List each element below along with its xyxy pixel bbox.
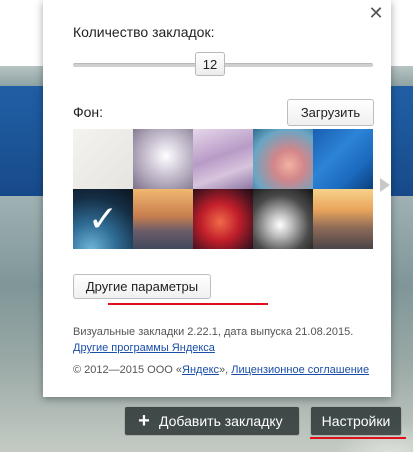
selected-check-icon: ✓: [87, 198, 119, 239]
background-tile-feathers[interactable]: [193, 129, 253, 189]
background-tile-red-abstract[interactable]: [193, 189, 253, 249]
add-bookmark-button[interactable]: + Добавить закладку: [124, 406, 300, 436]
settings-button[interactable]: Настройки: [310, 406, 402, 436]
highlight-underline: [108, 303, 268, 305]
add-bookmark-label: Добавить закладку: [159, 413, 283, 429]
gallery-next-arrow-icon[interactable]: [380, 178, 390, 192]
plus-icon: +: [138, 410, 150, 432]
bookmarks-count-label: Количество закладок:: [73, 24, 215, 40]
background-label: Фон:: [73, 104, 104, 120]
background-tile-city-sunset[interactable]: [313, 189, 373, 249]
copyright-suffix: »,: [219, 364, 229, 376]
background-gallery: ✓: [73, 129, 373, 249]
other-params-button[interactable]: Другие параметры: [73, 274, 211, 299]
background-tile-blue-feathers[interactable]: [313, 129, 373, 189]
other-programs-link[interactable]: Другие программы Яндекса: [73, 342, 215, 354]
background-tile-white[interactable]: [73, 129, 133, 189]
background-tile-earth[interactable]: ✓: [73, 189, 133, 249]
close-icon[interactable]: ✕: [367, 4, 385, 22]
background-tile-dandelion[interactable]: [253, 189, 313, 249]
copyright-text: © 2012—2015 ООО «Яндекс», Лицензионное с…: [73, 364, 369, 376]
yandex-link[interactable]: Яндекс: [182, 364, 219, 376]
background-tile-city-bridge[interactable]: [133, 189, 193, 249]
upload-background-button[interactable]: Загрузить: [287, 99, 374, 126]
highlight-underline-settings: [310, 437, 406, 439]
settings-popup: ✕ Количество закладок: 12 Фон: Загрузить…: [43, 0, 391, 397]
background-tile-butterfly[interactable]: [253, 129, 313, 189]
bookmarks-count-slider-thumb[interactable]: 12: [195, 52, 225, 76]
license-link[interactable]: Лицензионное соглашение: [231, 364, 369, 376]
copyright-prefix: © 2012—2015 ООО «: [73, 364, 183, 376]
background-tile-flower[interactable]: [133, 129, 193, 189]
version-info: Визуальные закладки 2.22.1, дата выпуска…: [73, 326, 354, 338]
